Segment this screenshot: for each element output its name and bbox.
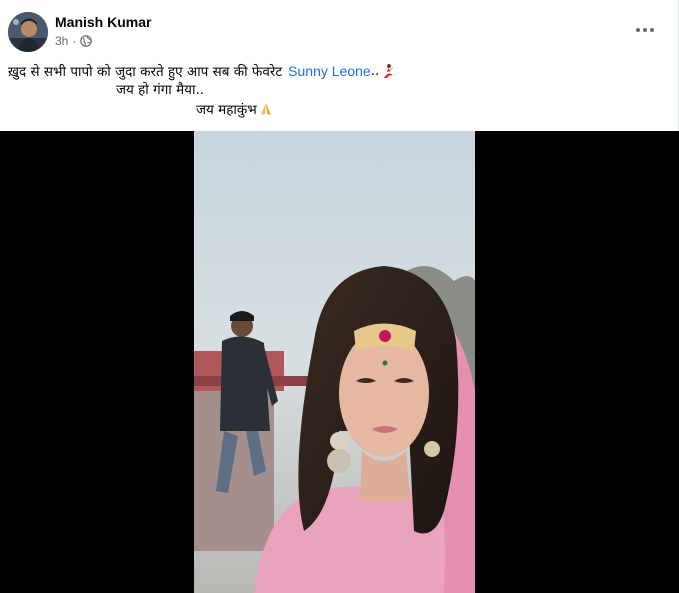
author-name[interactable]: Manish Kumar <box>55 14 151 30</box>
more-options-button[interactable] <box>631 18 659 42</box>
dancer-emoji <box>384 64 394 78</box>
post-time[interactable]: 3h <box>55 34 68 48</box>
tagged-person-link[interactable]: Sunny Leone <box>288 63 371 79</box>
more-options-icon <box>636 28 654 32</box>
post-text-line-3-text: जय महाकुंभ <box>196 102 257 118</box>
dot-separator: · <box>72 34 77 48</box>
post-text-line-2: जय हो गंगा मैया.. <box>116 80 204 98</box>
post-card: Manish Kumar 3h · ख़ुद से सभी पापो को जु… <box>0 0 679 593</box>
post-text-line-1: ख़ुद से सभी पापो को जुदा करते हुए आप सब … <box>8 62 396 80</box>
video-frame[interactable] <box>194 131 475 593</box>
avatar[interactable] <box>8 12 48 52</box>
video-thumbnail <box>194 131 475 593</box>
folded-hands-emoji <box>260 103 271 115</box>
video-container[interactable] <box>0 131 679 593</box>
post-text-line-1-text: ख़ुद से सभी पापो को जुदा करते हुए आप सब … <box>8 64 283 80</box>
post-text-line-1-suffix: .. <box>370 63 380 79</box>
post-header: Manish Kumar 3h · <box>0 0 679 60</box>
post-text-line-2-text: जय हो गंगा मैया.. <box>116 82 205 98</box>
post-text-line-3: जय महाकुंभ <box>196 100 274 118</box>
post-meta: 3h · <box>55 34 93 48</box>
globe-icon[interactable] <box>80 35 93 47</box>
